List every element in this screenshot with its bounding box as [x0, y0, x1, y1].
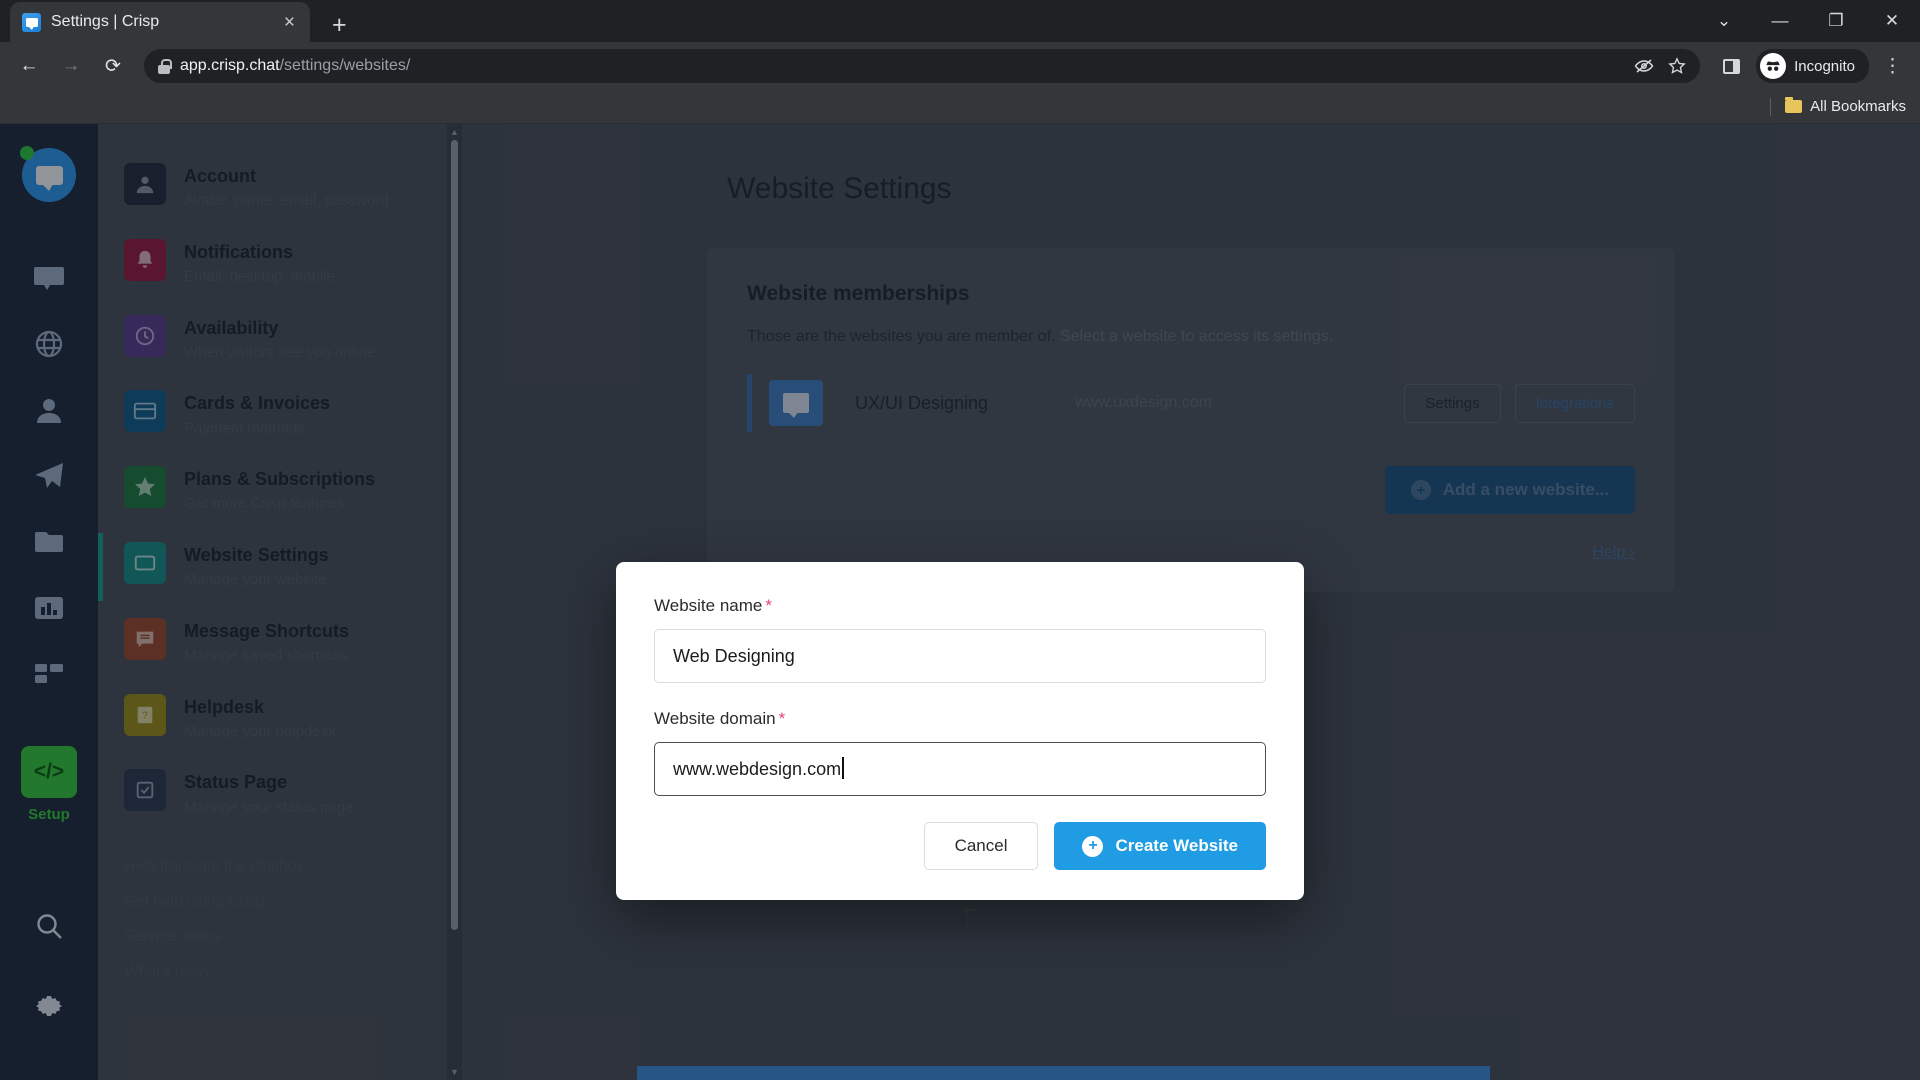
kebab-menu-icon[interactable]: ⋮	[1875, 55, 1910, 78]
close-tab-icon[interactable]: ×	[281, 13, 298, 32]
url-path: /settings/websites/	[279, 57, 411, 74]
website-name-input[interactable]	[654, 629, 1266, 683]
window-controls: ⌄ — ❐ ✕	[1696, 0, 1920, 42]
create-website-modal: Website name* Website domain* www.webdes…	[616, 562, 1304, 933]
folder-icon	[1785, 97, 1803, 113]
website-domain-label: Website domain *	[654, 709, 1266, 729]
star-icon[interactable]	[1668, 57, 1686, 75]
divider	[1770, 97, 1772, 116]
browser-window: Settings | Crisp × + ⌄ — ❐ ✕ ← → ⟳ app.c…	[0, 0, 1920, 1080]
address-bar[interactable]: app.crisp.chat/settings/websites/	[144, 49, 1701, 83]
required-marker: *	[765, 596, 772, 615]
cancel-button[interactable]: Cancel	[923, 822, 1039, 870]
maximize-button[interactable]: ❐	[1808, 0, 1864, 42]
website-name-label-text: Website name	[654, 596, 763, 615]
back-button[interactable]: ←	[10, 47, 48, 85]
minimize-button[interactable]: —	[1752, 0, 1808, 42]
eye-slash-icon[interactable]	[1634, 58, 1654, 74]
website-domain-field-group: Website domain * www.webdesign.com	[654, 709, 1266, 933]
side-panel-icon[interactable]	[1712, 47, 1750, 85]
lock-icon	[158, 58, 172, 74]
website-domain-input[interactable]: www.webdesign.com	[654, 742, 1266, 796]
new-tab-button[interactable]: +	[332, 13, 347, 38]
plus-circle-icon: +	[1082, 835, 1104, 857]
profile-incognito-button[interactable]: Incognito	[1756, 49, 1869, 83]
browser-toolbar: ← → ⟳ app.crisp.chat/settings/websites/	[0, 42, 1920, 90]
tab-strip: Settings | Crisp × + ⌄ — ❐ ✕	[0, 0, 1920, 42]
required-marker: *	[778, 709, 786, 728]
reload-button[interactable]: ⟳	[94, 47, 132, 85]
incognito-icon	[1760, 53, 1787, 79]
create-website-button[interactable]: + Create Website	[1054, 822, 1266, 870]
url-text: app.crisp.chat/settings/websites/	[180, 57, 410, 75]
tab-title: Settings | Crisp	[51, 13, 160, 30]
website-domain-label-text: Website domain	[654, 709, 776, 728]
close-window-button[interactable]: ✕	[1864, 0, 1920, 42]
tab-search-chevron-icon[interactable]: ⌄	[1696, 0, 1752, 42]
forward-button[interactable]: →	[52, 47, 90, 85]
url-host: app.crisp.chat	[180, 57, 280, 74]
bookmarks-bar: All Bookmarks	[0, 90, 1920, 124]
mouse-text-cursor	[964, 909, 974, 933]
modal-actions: Cancel + Create Website	[654, 822, 1266, 870]
website-name-field-group: Website name *	[654, 596, 1266, 683]
all-bookmarks-label[interactable]: All Bookmarks	[1810, 98, 1906, 115]
website-domain-value: www.webdesign.com	[673, 758, 842, 779]
page-content: </> Setup Account Avatar, name, email, p…	[0, 124, 1920, 1080]
text-caret	[842, 757, 844, 779]
browser-tab[interactable]: Settings | Crisp ×	[10, 2, 310, 42]
profile-label: Incognito	[1794, 57, 1855, 75]
create-website-label: Create Website	[1115, 836, 1238, 855]
website-name-label: Website name *	[654, 596, 1266, 616]
crisp-chat-favicon-icon	[22, 12, 41, 32]
